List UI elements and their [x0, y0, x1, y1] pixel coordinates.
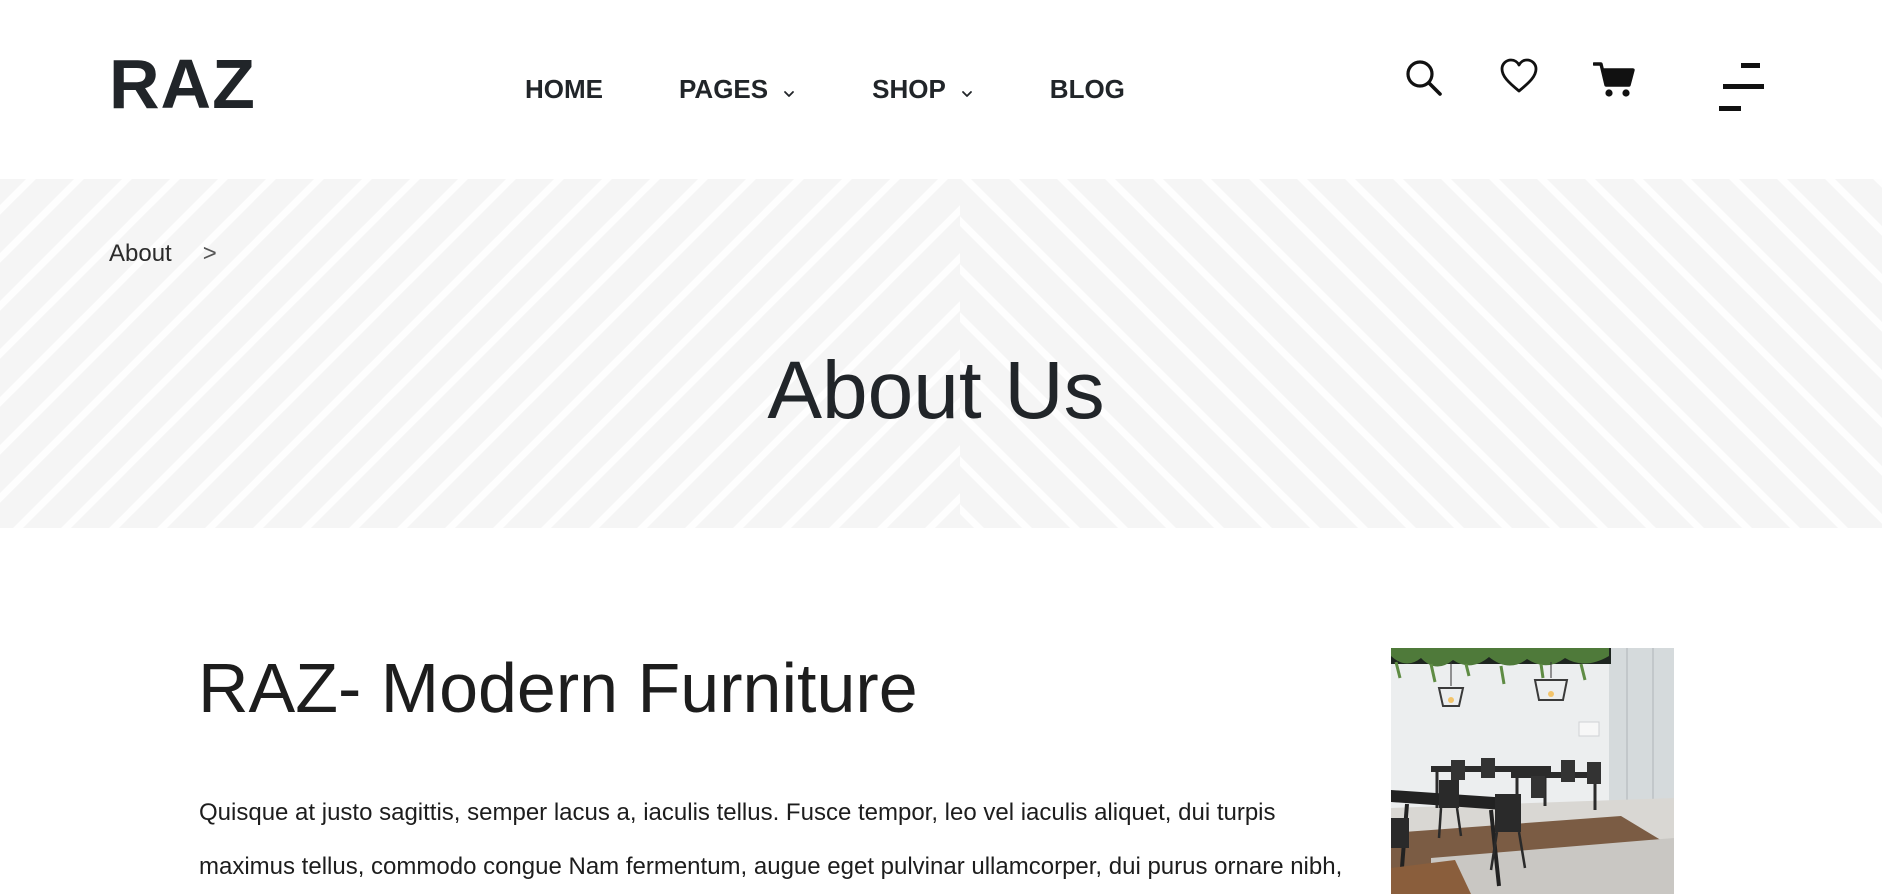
nav-item-pages[interactable]: PAGES: [679, 72, 796, 106]
nav-item-blog[interactable]: BLOG: [1050, 72, 1125, 106]
site-header: RAZ HOME PAGES SHOP BLOG: [0, 0, 1882, 179]
nav-item-pages-label: PAGES: [679, 74, 769, 104]
nav-item-shop[interactable]: SHOP: [872, 72, 974, 106]
section-paragraph: Quisque at justo sagittis, semper lacus …: [199, 799, 1343, 880]
section-heading: RAZ- Modern Furniture: [198, 649, 918, 727]
furniture-room-photo: [1391, 648, 1674, 894]
chevron-down-icon: [782, 75, 796, 97]
page-banner: About > About Us: [0, 179, 1882, 528]
nav-item-home[interactable]: HOME: [525, 72, 603, 106]
page-title: About Us: [767, 344, 1105, 436]
menu-icon[interactable]: [1719, 63, 1765, 115]
breadcrumb: About >: [109, 240, 217, 268]
site-logo[interactable]: RAZ: [109, 44, 256, 124]
cart-icon[interactable]: [1593, 61, 1635, 99]
heart-icon[interactable]: [1500, 58, 1538, 94]
breadcrumb-separator: >: [202, 240, 217, 267]
chevron-down-icon: [960, 75, 974, 97]
nav-item-blog-label: BLOG: [1049, 74, 1125, 104]
nav-item-home-label: HOME: [525, 74, 603, 104]
breadcrumb-current[interactable]: About: [109, 240, 172, 268]
nav-item-shop-label: SHOP: [872, 74, 946, 104]
search-icon[interactable]: [1404, 58, 1444, 98]
main-nav: HOME PAGES SHOP BLOG: [525, 72, 1125, 106]
